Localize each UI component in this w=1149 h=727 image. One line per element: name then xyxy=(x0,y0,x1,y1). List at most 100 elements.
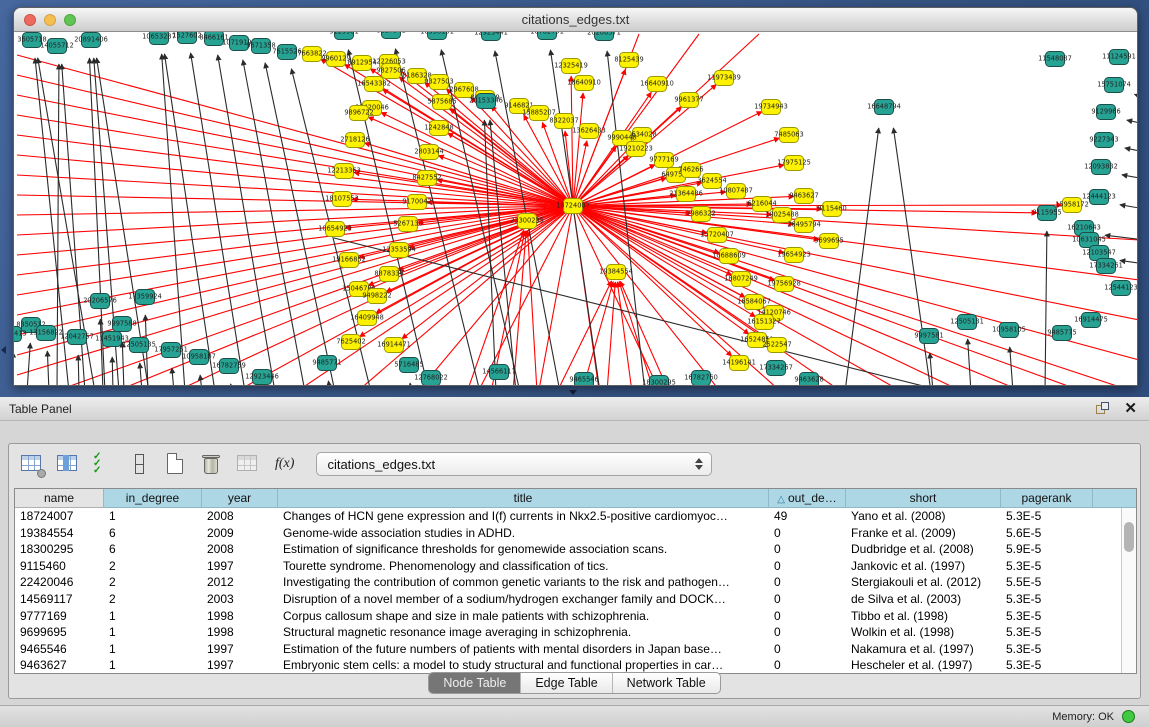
graph-node[interactable]: 9463628 xyxy=(794,373,823,386)
table-row[interactable]: 1938455462009Genome-wide association stu… xyxy=(15,525,1136,542)
graph-node[interactable]: 17334267 xyxy=(759,361,793,376)
graph-node[interactable]: 11973439 xyxy=(707,71,741,86)
graph-node[interactable]: 16151327 xyxy=(747,315,781,330)
graph-node[interactable]: 19384554 xyxy=(599,265,633,280)
graph-node[interactable]: 19756928 xyxy=(767,277,801,292)
graph-node[interactable]: 5267130 xyxy=(393,217,422,232)
graph-node[interactable]: 2803144 xyxy=(414,145,443,160)
graph-node[interactable]: 9129966 xyxy=(1091,105,1120,120)
network-canvas[interactable]: 1872400723300235193845547663822996012989… xyxy=(14,32,1137,385)
graph-node[interactable]: 19654923 xyxy=(777,248,811,263)
graph-node[interactable]: 18107553 xyxy=(325,192,359,207)
graph-node[interactable]: 19166852 xyxy=(332,253,366,268)
graph-node[interactable]: 3915413 xyxy=(14,327,27,342)
select-columns-icon[interactable] xyxy=(55,451,81,477)
memory-ok-indicator[interactable] xyxy=(1122,710,1135,723)
graph-node[interactable]: 10958105 xyxy=(992,323,1026,338)
graph-node[interactable]: 12093832 xyxy=(1084,160,1118,175)
graph-node[interactable]: 9498222 xyxy=(362,289,391,304)
graph-node[interactable]: 9115955 xyxy=(1032,206,1061,221)
table-vertical-scrollbar[interactable] xyxy=(1121,508,1136,673)
column-header-in_degree[interactable]: in_degree xyxy=(104,489,202,508)
new-table-icon[interactable] xyxy=(163,451,189,477)
graph-node[interactable]: 16409948 xyxy=(350,311,384,326)
row-height-icon[interactable] xyxy=(127,451,153,477)
graph-node[interactable]: 9463627 xyxy=(789,189,818,204)
graph-node[interactable]: 9699695 xyxy=(814,234,843,249)
graph-node[interactable]: 746266 xyxy=(678,163,703,178)
graph-node[interactable]: 8125439 xyxy=(614,53,643,68)
tab-network-table[interactable]: Network Table xyxy=(613,673,720,693)
graph-node[interactable]: 15751074 xyxy=(1097,78,1131,93)
table-row[interactable]: 911546021997Tourette syndrome. Phenomeno… xyxy=(15,558,1136,575)
graph-node[interactable]: 18300295 xyxy=(642,376,676,386)
graph-node[interactable]: 19210223 xyxy=(619,142,653,157)
graph-node[interactable]: 16648794 xyxy=(867,100,901,115)
graph-node[interactable]: 12768022 xyxy=(414,371,448,386)
column-header-year[interactable]: year xyxy=(202,489,278,508)
graph-node[interactable]: 9485771 xyxy=(312,356,341,371)
graph-node[interactable]: 2718126 xyxy=(340,133,369,148)
graph-node[interactable]: 9896722 xyxy=(344,106,373,121)
graph-node[interactable]: 17975125 xyxy=(777,156,811,171)
graph-node[interactable]: 5716485 xyxy=(394,358,423,373)
graph-node[interactable]: 9115460 xyxy=(817,202,846,217)
citation-graph[interactable]: 1872400723300235193845547663822996012989… xyxy=(14,32,1137,385)
graph-node[interactable]: 7986322 xyxy=(686,207,715,222)
graph-node[interactable]: 11124591 xyxy=(1102,50,1136,65)
graph-node[interactable]: 9961377 xyxy=(674,93,703,108)
graph-node[interactable]: 9227343 xyxy=(1089,133,1118,148)
column-header-pagerank[interactable]: pagerank xyxy=(1001,489,1093,508)
graph-node[interactable]: 9170042 xyxy=(402,195,431,210)
table-row[interactable]: 946554611997Estimation of the future num… xyxy=(15,641,1136,658)
graph-node[interactable]: 12325419 xyxy=(554,59,588,74)
graph-node[interactable]: 20206571 xyxy=(587,32,621,41)
column-header-out_de[interactable]: △out_de… xyxy=(769,489,846,508)
table-row[interactable]: 2242004622012Investigating the contribut… xyxy=(15,574,1136,591)
graph-node[interactable]: 10807487 xyxy=(719,184,753,199)
network-window-titlebar[interactable]: citations_edges.txt xyxy=(14,8,1137,32)
tab-edge-table[interactable]: Edge Table xyxy=(521,673,612,693)
graph-node[interactable]: 21364486 xyxy=(669,187,703,202)
graph-node[interactable]: 14196141 xyxy=(722,356,756,371)
graph-node[interactable]: 12505131 xyxy=(950,315,984,330)
graph-node[interactable]: 20153346 xyxy=(469,94,503,109)
graph-node[interactable]: 2522547 xyxy=(762,338,791,353)
table-selector-dropdown[interactable]: citations_edges.txt xyxy=(316,452,712,476)
graph-node[interactable]: 17334261 xyxy=(1089,259,1123,274)
graph-node[interactable]: 20891406 xyxy=(74,33,108,48)
delete-table-icon[interactable] xyxy=(235,451,261,477)
graph-node[interactable]: 16914475 xyxy=(1074,313,1108,328)
left-panel-collapse-arrow-icon[interactable] xyxy=(1,346,6,354)
graph-node[interactable]: 1527602 xyxy=(172,32,201,44)
graph-node[interactable]: 9485775 xyxy=(1047,326,1076,341)
graph-node[interactable]: 7625402 xyxy=(336,335,365,350)
graph-node[interactable]: 12213363 xyxy=(327,164,361,179)
graph-node[interactable]: 16782759 xyxy=(212,359,246,374)
graph-node[interactable]: 11548087 xyxy=(1038,52,1072,67)
graph-node[interactable]: 8878334 xyxy=(374,267,403,282)
graph-node[interactable]: 7485063 xyxy=(774,128,803,143)
graph-node[interactable]: 1242848 xyxy=(424,121,453,136)
scrollbar-thumb[interactable] xyxy=(1124,522,1134,552)
graph-node[interactable]: 9997581 xyxy=(914,329,943,344)
table-row[interactable]: 1830029562008Estimation of significance … xyxy=(15,541,1136,558)
column-header-name[interactable]: name xyxy=(15,489,104,508)
table-row[interactable]: 1456911722003Disruption of a novel membe… xyxy=(15,591,1136,608)
graph-node[interactable]: 18640910 xyxy=(567,76,601,91)
table-row[interactable]: 977716911998Corpus callosum shape and si… xyxy=(15,608,1136,625)
graph-node[interactable]: 12505135 xyxy=(122,338,156,353)
select-all-icon[interactable]: ✓✓✓ xyxy=(91,451,117,477)
function-builder-icon[interactable]: f(x) xyxy=(275,456,294,472)
graph-node[interactable]: 20206576 xyxy=(83,294,117,309)
column-header-title[interactable]: title xyxy=(278,489,769,508)
column-header-short[interactable]: short xyxy=(846,489,1001,508)
graph-node[interactable]: 9465546 xyxy=(569,373,598,386)
splitter-collapse-arrow-icon[interactable] xyxy=(569,390,577,395)
table-row[interactable]: 969969511998Structural magnetic resonanc… xyxy=(15,624,1136,641)
graph-node[interactable]: 26495794 xyxy=(787,218,821,233)
graph-node[interactable]: 8227341 xyxy=(376,32,405,39)
graph-node[interactable]: 5875685 xyxy=(427,95,456,110)
tab-node-table[interactable]: Node Table xyxy=(429,673,521,693)
float-window-icon[interactable] xyxy=(1096,402,1110,416)
